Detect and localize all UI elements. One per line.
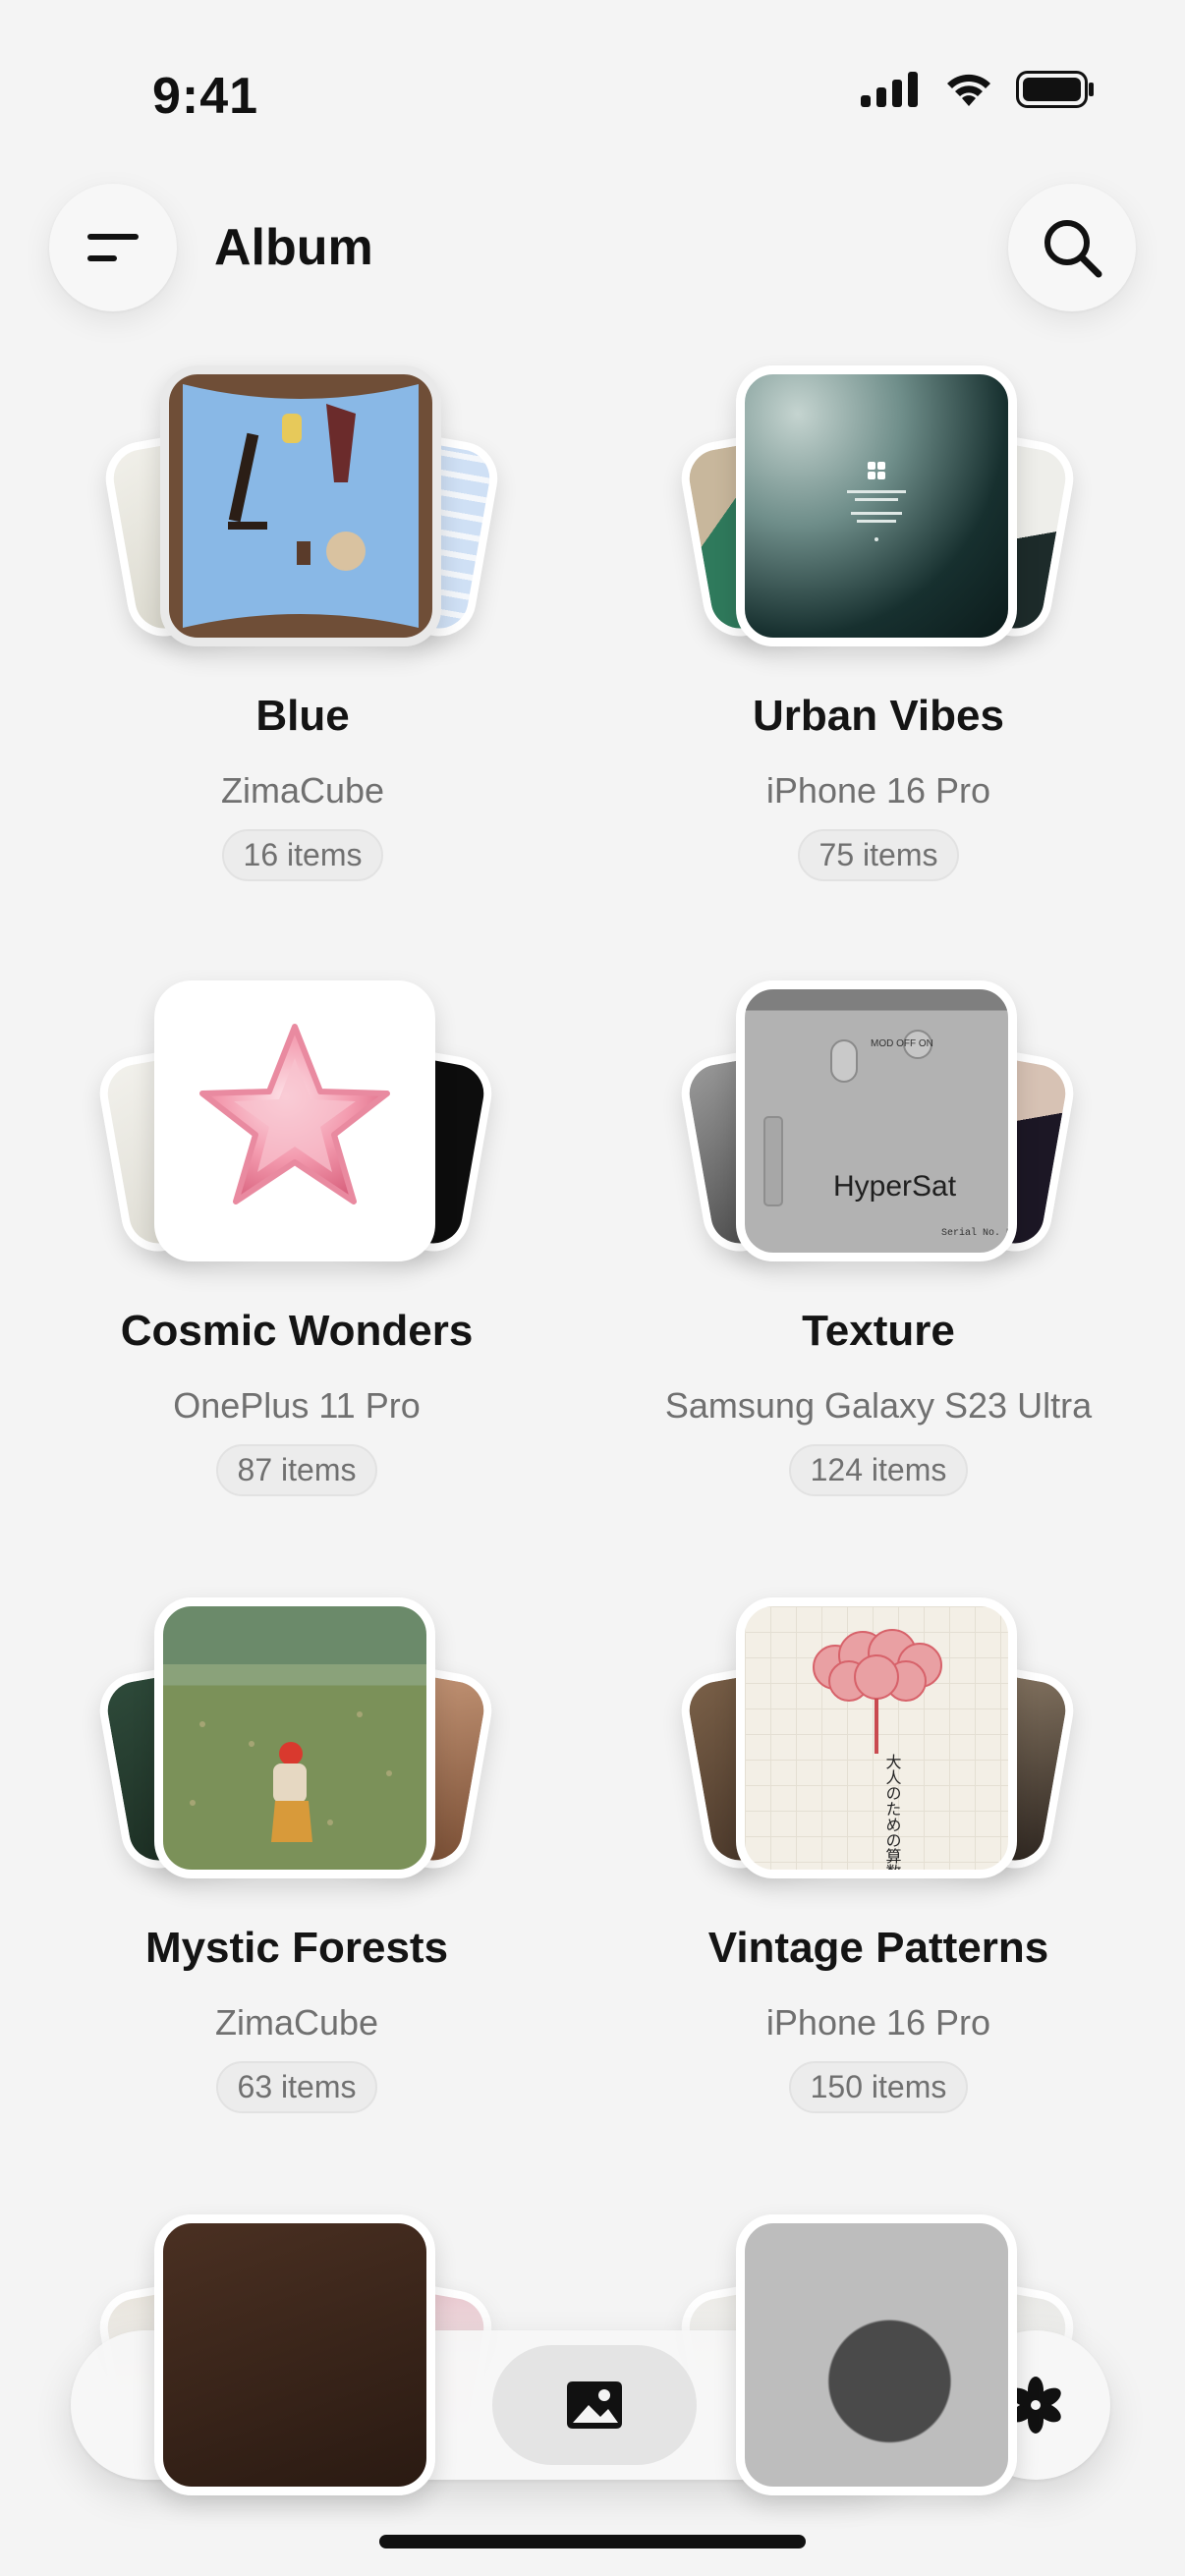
album-thumbnail-cover: 大人のための算数 — [736, 1597, 1017, 1878]
album-name: Mystic Forests — [144, 1924, 449, 1972]
menu-icon — [87, 234, 139, 261]
album-count-badge: 63 items — [215, 2061, 378, 2113]
album-name: Blue — [255, 692, 350, 740]
album-count-badge: 75 items — [797, 829, 960, 881]
album-card-texture[interactable]: MOD OFF ON HyperSat Serial No. HyperLens… — [603, 980, 1154, 1531]
wifi-icon — [947, 74, 990, 106]
album-card-vintage-patterns[interactable]: 大人のための算数 Vintage Patterns iPhone 16 Pro … — [603, 1597, 1154, 2148]
album-screen: 9:41 Album Blue ZimaCube 16 items Urban … — [0, 0, 1185, 2576]
album-thumbnail-cover — [154, 1597, 435, 1878]
star-artwork — [199, 1024, 390, 1204]
album-thumbnail-cover — [736, 2214, 1017, 2495]
album-thumbnail-stack — [22, 1597, 572, 1892]
album-name: Cosmic Wonders — [120, 1307, 474, 1355]
album-thumbnail-cover — [736, 365, 1017, 646]
album-card-cosmic-wonders[interactable]: Cosmic Wonders OnePlus 11 Pro 87 items — [22, 980, 572, 1531]
menu-button[interactable] — [49, 184, 177, 311]
page-title: Album — [214, 219, 373, 276]
album-device: ZimaCube — [214, 2002, 379, 2043]
home-indicator[interactable] — [379, 2535, 806, 2548]
search-button[interactable] — [1008, 184, 1136, 311]
album-device: Samsung Galaxy S23 Ultra — [664, 1385, 1093, 1426]
album-name: Urban Vibes — [753, 692, 1004, 740]
photos-icon — [566, 2381, 622, 2429]
album-thumbnail-stack — [22, 980, 572, 1275]
album-count-badge: 16 items — [221, 829, 384, 881]
album-name: Texture — [802, 1307, 955, 1355]
hypersat-mode-label: MOD OFF ON — [871, 1038, 933, 1049]
cover-art: MOD OFF ON HyperSat Serial No. HyperLens — [763, 1030, 1008, 1239]
nav-photos[interactable] — [492, 2345, 697, 2465]
album-thumbnail-cover: MOD OFF ON HyperSat Serial No. HyperLens — [736, 980, 1017, 1261]
cellular-signal-icon — [861, 72, 918, 107]
search-icon — [1044, 220, 1102, 278]
cover-art — [169, 374, 432, 638]
album-count-badge: 150 items — [788, 2061, 969, 2113]
album-device: iPhone 16 Pro — [765, 2002, 991, 2043]
album-device: ZimaCube — [220, 770, 385, 811]
cover-art: 大人のための算数 — [813, 1629, 942, 1870]
album-thumbnail-stack: MOD OFF ON HyperSat Serial No. HyperLens — [603, 980, 1154, 1275]
album-thumbnail-stack: 大人のための算数 — [603, 1597, 1154, 1892]
album-thumbnail-stack — [603, 365, 1154, 660]
album-name: Vintage Patterns — [707, 1924, 1049, 1972]
album-thumbnail-stack — [28, 365, 578, 660]
album-thumbnail-cover — [154, 980, 435, 1261]
hypersat-brand-text: HyperSat — [833, 1170, 957, 1203]
status-icons — [861, 71, 1095, 108]
battery-icon — [1016, 71, 1094, 108]
album-count-badge: 124 items — [788, 1444, 969, 1496]
album-device: iPhone 16 Pro — [765, 770, 991, 811]
album-card-mystic-forests[interactable]: Mystic Forests ZimaCube 63 items — [22, 1597, 572, 2148]
album-thumbnail-cover — [160, 365, 441, 646]
album-card-urban-vibes[interactable]: Urban Vibes iPhone 16 Pro 75 items — [603, 365, 1154, 916]
status-time: 9:41 — [152, 68, 259, 125]
album-device: OnePlus 11 Pro — [173, 1385, 421, 1426]
hypersat-serial-text: Serial No. HyperLens — [941, 1227, 1008, 1239]
album-thumbnail-cover — [154, 2214, 435, 2495]
cover-art — [847, 462, 906, 541]
album-card-blue[interactable]: Blue ZimaCube 16 items — [28, 365, 578, 916]
cover-art — [190, 1711, 392, 1842]
vintage-title-text: 大人のための算数 — [883, 1754, 902, 1870]
album-count-badge: 87 items — [215, 1444, 378, 1496]
